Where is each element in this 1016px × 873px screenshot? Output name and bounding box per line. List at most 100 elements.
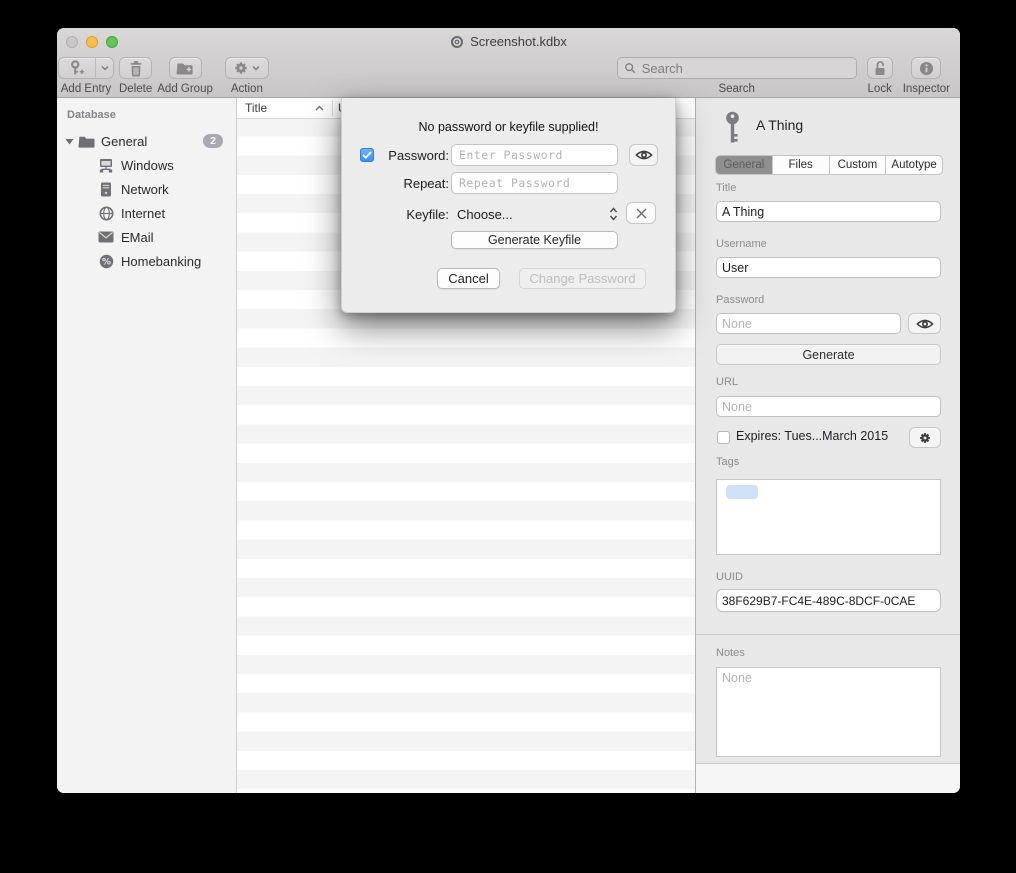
toolbar-item-add-group: Add Group <box>157 57 213 95</box>
add-group-label: Add Group <box>157 83 213 95</box>
disclosure-triangle-icon[interactable] <box>61 138 77 145</box>
toolbar: Add Entry Delete <box>57 55 960 98</box>
tags-box[interactable] <box>716 479 941 555</box>
sidebar-item-label: Internet <box>121 206 165 221</box>
add-entry-label: Add Entry <box>61 83 112 95</box>
change-password-dialog: No password or keyfile supplied! Passwor… <box>341 98 676 313</box>
percent-circle-icon: % <box>97 253 115 269</box>
tab-general[interactable]: General <box>716 156 773 174</box>
dialog-repeat-label: Repeat: <box>361 176 449 191</box>
trash-icon <box>128 60 144 77</box>
sidebar-item-windows[interactable]: Windows <box>57 153 236 177</box>
url-input[interactable] <box>716 396 941 417</box>
column-header-title[interactable]: Title <box>237 101 315 115</box>
eye-icon <box>635 149 653 161</box>
stepper-icon <box>609 207 618 221</box>
url-field-label: URL <box>716 376 738 388</box>
password-input[interactable] <box>716 313 901 334</box>
window-header: Screenshot.kdbx <box>57 28 960 98</box>
add-entry-button[interactable] <box>58 57 114 79</box>
delete-label: Delete <box>119 83 152 95</box>
keyfile-popup[interactable]: Choose... <box>451 202 618 226</box>
search-input[interactable] <box>640 60 850 77</box>
sidebar-item-email[interactable]: EMail <box>57 225 236 249</box>
sidebar-item-homebanking[interactable]: % Homebanking <box>57 249 236 273</box>
dialog-password-input[interactable] <box>451 144 618 166</box>
dialog-message: No password or keyfile supplied! <box>342 120 675 134</box>
uuid-input[interactable] <box>716 589 941 612</box>
toolbar-item-add-entry: Add Entry <box>58 57 114 95</box>
tab-custom[interactable]: Custom <box>830 156 887 174</box>
toolbar-item-delete: Delete <box>119 57 152 95</box>
folder-icon <box>77 133 95 149</box>
search-field[interactable] <box>617 57 857 79</box>
change-password-button[interactable]: Change Password <box>519 268 646 289</box>
sidebar-section-header: Database <box>57 109 236 129</box>
app-window: Screenshot.kdbx <box>57 28 960 793</box>
inspector-footer <box>696 764 960 793</box>
reveal-password-button[interactable] <box>908 313 941 334</box>
column-separator[interactable] <box>332 100 333 116</box>
add-entry-dropdown[interactable] <box>95 58 113 78</box>
add-entry-key-icon <box>59 58 95 78</box>
lock-label: Lock <box>868 83 892 95</box>
tag-pill[interactable] <box>726 485 758 499</box>
sidebar-item-general[interactable]: General 2 <box>57 129 236 153</box>
lock-button[interactable] <box>867 57 893 79</box>
username-input[interactable] <box>716 257 941 278</box>
window-title-area: Screenshot.kdbx <box>57 28 960 55</box>
entry-title: A Thing <box>756 117 803 133</box>
uuid-field-label: UUID <box>716 571 743 583</box>
document-icon <box>450 35 464 49</box>
sidebar-item-network[interactable]: Network <box>57 177 236 201</box>
sidebar-item-label: Homebanking <box>121 254 201 269</box>
folder-plus-icon <box>176 60 194 76</box>
gear-icon <box>233 60 249 76</box>
eye-icon <box>916 318 934 330</box>
sidebar: Database General 2 <box>57 98 237 793</box>
toolbar-item-inspector: Inspector <box>903 57 950 95</box>
sidebar-item-internet[interactable]: Internet <box>57 201 236 225</box>
sidebar-item-label: Windows <box>121 158 174 173</box>
password-field-label: Password <box>716 294 764 306</box>
title-field-label: Title <box>716 182 736 194</box>
chevron-down-icon <box>101 65 109 71</box>
info-icon <box>919 61 934 76</box>
inspector-tabs: General Files Custom Autotype <box>715 155 943 175</box>
toolbar-item-search: Search <box>617 57 857 95</box>
server-icon <box>97 181 115 197</box>
tab-files[interactable]: Files <box>773 156 830 174</box>
svg-text:%: % <box>102 257 111 267</box>
envelope-icon <box>97 229 115 245</box>
cancel-button[interactable]: Cancel <box>437 268 500 289</box>
titlebar: Screenshot.kdbx <box>57 28 960 55</box>
dialog-keyfile-label: Keyfile: <box>361 207 449 222</box>
delete-button[interactable] <box>119 57 152 79</box>
username-field-label: Username <box>716 238 767 250</box>
inspector-button[interactable] <box>911 57 941 79</box>
chevron-down-icon <box>252 65 260 71</box>
add-group-button[interactable] <box>169 57 202 79</box>
expires-options-button[interactable] <box>909 427 941 448</box>
tab-autotype[interactable]: Autotype <box>886 156 942 174</box>
tags-field-label: Tags <box>716 456 739 468</box>
unlock-icon <box>873 60 887 76</box>
notes-textarea[interactable] <box>716 667 941 757</box>
gear-icon <box>918 431 932 445</box>
group-count-badge: 2 <box>203 134 223 148</box>
title-input[interactable] <box>716 201 941 222</box>
action-label: Action <box>231 83 263 95</box>
window-title: Screenshot.kdbx <box>470 34 567 49</box>
generate-password-button[interactable]: Generate <box>716 344 941 365</box>
dialog-reveal-password-button[interactable] <box>629 144 658 166</box>
inspector-panel: A Thing General Files Custom Autotype Ti… <box>695 98 960 793</box>
dialog-repeat-input[interactable] <box>451 172 618 194</box>
windows-group-icon <box>97 157 115 173</box>
expires-checkbox[interactable] <box>717 431 730 444</box>
inspector-label: Inspector <box>903 83 950 95</box>
close-x-icon <box>636 208 647 219</box>
sidebar-item-label: Network <box>121 182 169 197</box>
generate-keyfile-button[interactable]: Generate Keyfile <box>451 231 618 249</box>
action-button[interactable] <box>225 57 269 79</box>
keyfile-clear-button[interactable] <box>626 202 656 224</box>
